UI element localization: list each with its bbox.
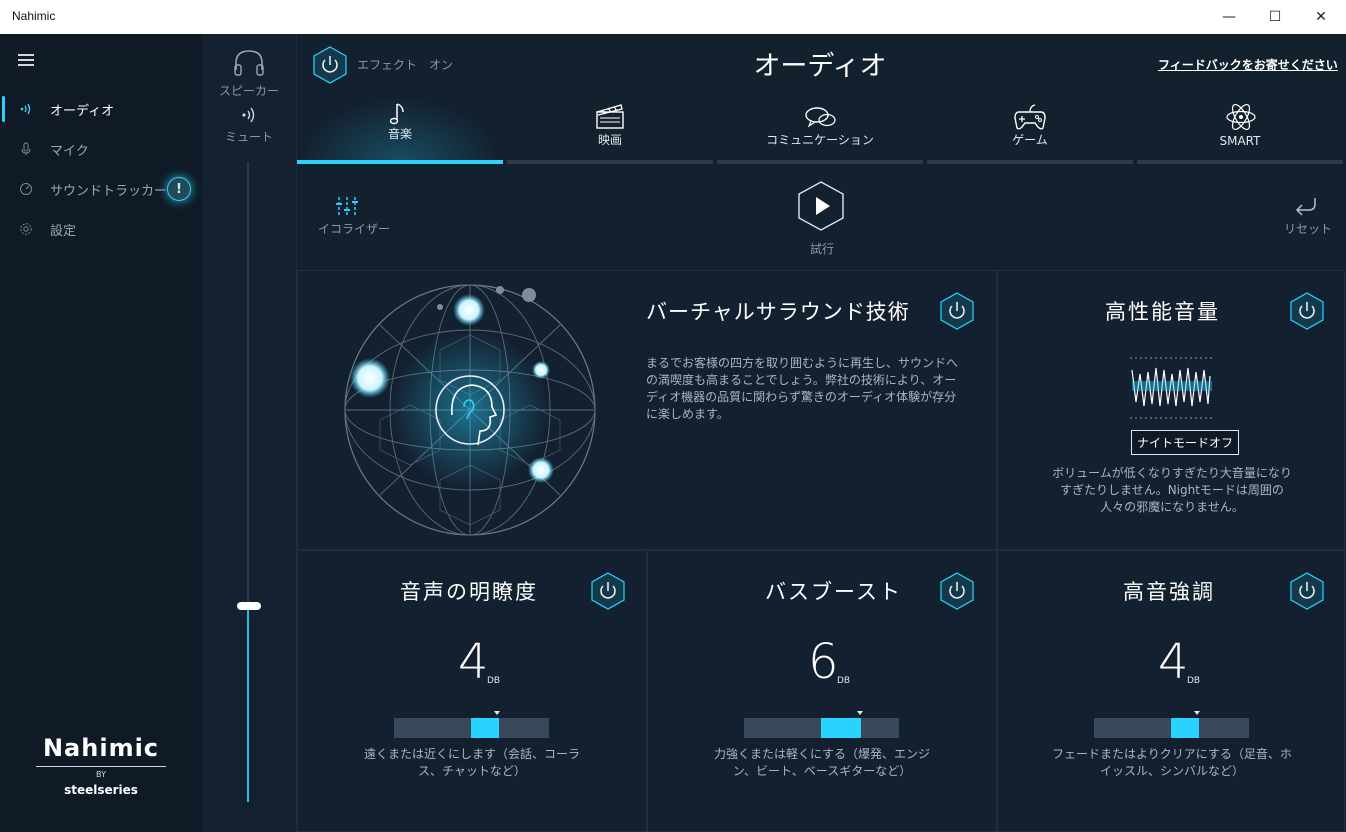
volume-boost-power-button[interactable] [1290,292,1324,330]
sidebar-item-audio[interactable]: オーディオ [0,89,202,129]
brand-by: BY [36,766,166,779]
tab-communication[interactable]: コミュニケーション [717,96,923,164]
power-icon [1290,292,1324,330]
tab-underline [1137,160,1343,164]
tab-underline [927,160,1133,164]
power-icon [940,572,974,610]
sidebar: オーディオ マイク サウンドトラッカー 設定 ! Nahimic BY stee… [0,34,202,832]
treble-title: 高音強調 [1123,580,1215,604]
atom-icon [1226,103,1256,131]
waveform-icon [1130,357,1212,419]
tab-underline [507,160,713,164]
tab-underline [297,160,503,164]
clapperboard-icon [596,104,624,129]
sound-waves-icon [18,101,34,117]
music-note-icon [389,103,404,125]
maximize-button[interactable]: ☐ [1252,0,1298,34]
tab-smart[interactable]: SMART [1137,96,1343,164]
voice-clarity-power-button[interactable] [591,572,625,610]
steelseries-logo: steelseries [64,783,138,797]
minimize-button[interactable]: — [1206,0,1252,34]
volume-thumb[interactable] [237,602,261,610]
headphones-icon[interactable] [232,48,266,82]
effect-power-button[interactable] [313,46,347,84]
feedback-link[interactable]: フィードバックをお寄せください [1158,56,1338,73]
volume-boost-description: ボリュームが低くなりすぎたり大音量になりすぎたりしません。Nightモードは周囲… [1052,466,1292,514]
preview-play-button[interactable] [797,180,845,236]
gamepad-icon [1014,104,1046,130]
treble-value: 4 [1158,634,1189,690]
power-icon [1290,572,1324,610]
play-icon [798,181,844,231]
power-icon [313,46,347,84]
tab-game[interactable]: ゲーム [927,96,1133,164]
tab-label: 映画 [597,133,622,147]
volume-fill [247,607,249,802]
power-icon [940,292,974,330]
chat-bubbles-icon [805,107,836,128]
close-button[interactable]: ✕ [1298,0,1344,34]
reset-label[interactable]: リセット [1284,220,1332,237]
speaker-waves-icon[interactable] [240,106,258,128]
bass-boost-power-button[interactable] [940,572,974,610]
sidebar-item-label: サウンドトラッカー [50,183,168,199]
treble-unit: DB [1187,676,1201,686]
preview-label: 試行 [810,242,835,256]
equalizer-icon[interactable] [335,195,359,223]
sidebar-item-mic[interactable]: マイク [0,129,202,169]
alert-badge[interactable]: ! [167,177,191,201]
window-title: Nahimic [12,9,56,23]
bass-boost-title: バスブースト [765,580,902,604]
gear-icon [18,221,34,237]
equalizer-label[interactable]: イコライザー [318,220,390,237]
surround-power-button[interactable] [940,292,974,330]
bass-boost-unit: DB [837,676,851,686]
volume-panel: スピーカー ミュート [202,34,297,832]
sidebar-item-label: オーディオ [50,103,115,119]
sidebar-item-settings[interactable]: 設定 [0,209,202,249]
tracker-gauge-icon [18,181,34,197]
bass-boost-value: 6 [808,634,839,690]
volume-boost-title: 高性能音量 [1105,300,1220,324]
voice-clarity-unit: DB [487,676,501,686]
voice-clarity-slider[interactable] [394,711,549,738]
brand-logo: Nahimic BY steelseries [36,734,166,797]
reset-icon[interactable] [1293,196,1319,222]
voice-clarity-value: 4 [458,634,489,690]
page-title: オーディオ [753,51,887,82]
tab-label: ゲーム [1012,133,1048,147]
nahimic-logo: Nahimic [42,734,160,762]
tab-movies[interactable]: 映画 [507,96,713,164]
power-icon [591,572,625,610]
sidebar-item-label: 設定 [50,223,77,239]
menu-icon[interactable] [18,54,34,66]
tab-label: コミュニケーション [766,133,874,147]
voice-clarity-description: 遠くまたは近くにします（会話、コーラス、チャットなど） [363,747,580,778]
surround-title: バーチャルサラウンド技術 [646,300,910,324]
tab-underline [717,160,923,164]
device-label: スピーカー [218,84,279,98]
mute-label[interactable]: ミュート [202,128,296,145]
voice-clarity-title: 音声の明瞭度 [400,580,538,604]
tab-label: SMART [1219,134,1261,148]
title-bar: Nahimic — ☐ ✕ [0,0,1346,35]
microphone-icon [18,141,34,157]
treble-slider[interactable] [1094,711,1249,738]
surround-description: まるでお客様の四方を取り囲むように再生し、サウンドへの満喫度も高まることでしょう… [646,356,959,421]
surround-sphere-illustration [344,284,596,536]
sidebar-item-label: マイク [50,143,89,159]
treble-power-button[interactable] [1290,572,1324,610]
treble-description: フェードまたはよりクリアにする（足音、ホイッスル、シンバルなど） [1052,747,1292,778]
tab-music[interactable]: 音楽 [297,96,503,164]
effect-status: エフェクト オン [357,58,454,72]
bass-boost-slider[interactable] [744,711,899,738]
bass-boost-description: 力強くまたは軽くにする（爆発、エンジン、ビート、ベースギターなど） [713,747,931,778]
night-mode-button[interactable]: ナイトモードオフ [1131,430,1240,455]
